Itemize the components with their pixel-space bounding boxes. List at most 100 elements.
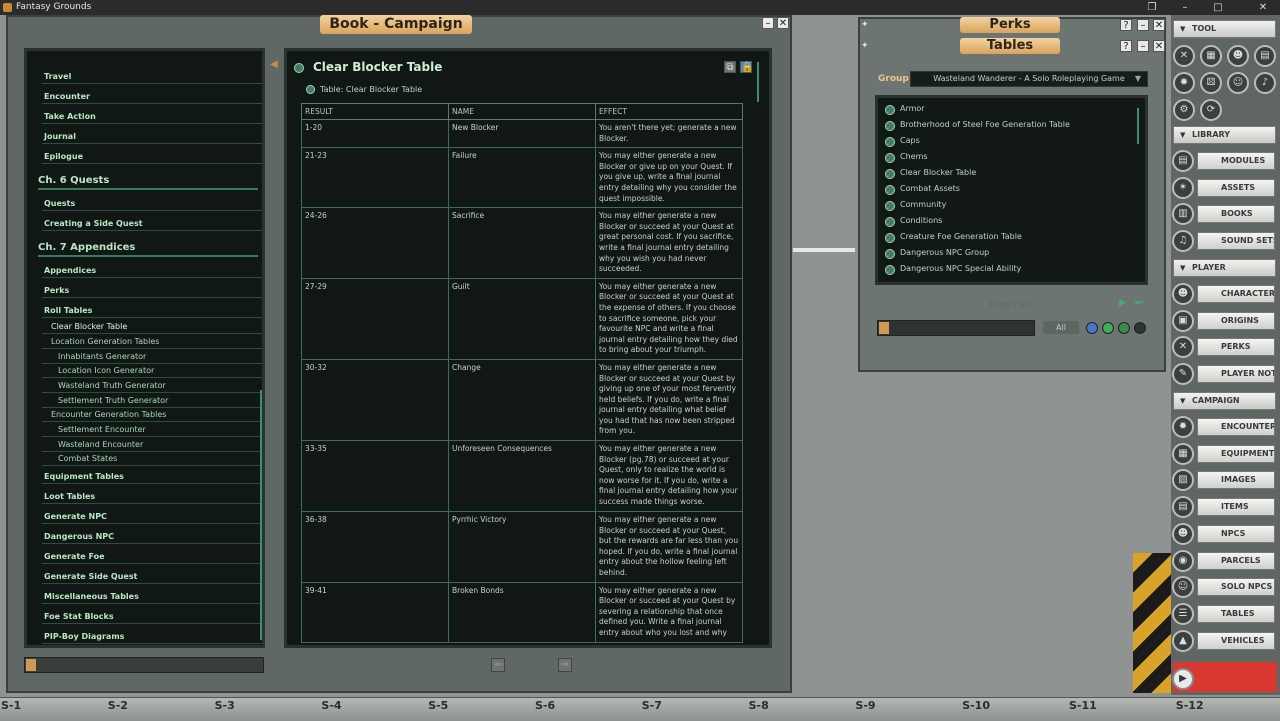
toc-item[interactable]: Dangerous NPC — [44, 532, 114, 541]
table-record-icon[interactable] — [885, 153, 895, 163]
table-link[interactable]: Table: Clear Blocker Table — [320, 85, 422, 94]
perks-help-button[interactable]: ? — [1120, 19, 1132, 31]
sidebar-item-characters[interactable]: CHARACTERS — [1197, 285, 1275, 303]
perks-minimize-button[interactable]: – — [1137, 19, 1149, 31]
toc-item[interactable]: Quests — [44, 199, 75, 208]
edit-pencil-icon[interactable] — [1134, 322, 1146, 334]
sidebar-item-assets[interactable]: ASSETS — [1197, 178, 1275, 197]
table-record-icon[interactable] — [885, 233, 895, 243]
toc-item[interactable]: Equipment Tables — [44, 472, 124, 481]
sidebar-item-origins[interactable]: ORIGINS — [1197, 311, 1275, 330]
map-tool-icon[interactable]: ▦ — [1200, 45, 1222, 67]
sidebar-item-solo-npcs[interactable]: SOLO NPCS — [1197, 578, 1275, 597]
toc-item[interactable]: Loot Tables — [44, 492, 95, 501]
parcels-icon[interactable]: ◉ — [1172, 549, 1194, 572]
settings-icon[interactable]: ⚙ — [1173, 99, 1195, 121]
toc-item[interactable]: Foe Stat Blocks — [44, 612, 114, 621]
vehicles-icon[interactable]: ▲ — [1172, 629, 1194, 652]
hotkey-slot[interactable]: S-2 — [108, 699, 128, 712]
play-icon[interactable]: ▶ — [1172, 668, 1194, 690]
list-item[interactable]: Combat Assets — [900, 184, 960, 193]
tables-filter-input[interactable] — [877, 320, 1035, 336]
sidebar-item-items[interactable]: ITEMS — [1197, 498, 1275, 517]
tables-icon[interactable]: ☰ — [1172, 602, 1194, 625]
table-record-icon[interactable] — [885, 201, 895, 211]
close-tool-icon[interactable]: ✕ — [1173, 45, 1195, 67]
hotkey-slot[interactable]: S-3 — [215, 699, 235, 712]
hotkey-slot[interactable]: S-4 — [321, 699, 341, 712]
sidebar-header-tool[interactable]: ▼ TOOL — [1173, 20, 1276, 38]
group-icon[interactable]: ☺ — [1227, 72, 1249, 94]
next-page-icon[interactable]: ▶ — [1119, 298, 1126, 308]
minimize-window-button[interactable]: – — [1170, 0, 1200, 15]
last-page-icon[interactable]: ⏭ — [1135, 298, 1143, 308]
table-record-icon[interactable] — [885, 105, 895, 115]
list-item[interactable]: Creature Foe Generation Table — [900, 232, 1022, 241]
hotkey-slot[interactable]: S-9 — [855, 699, 875, 712]
origins-icon[interactable]: ▣ — [1172, 309, 1194, 332]
toc-item[interactable]: Encounter Generation Tables — [51, 410, 166, 419]
npcs-icon[interactable]: ☻ — [1172, 522, 1194, 545]
tables-list-scrollbar[interactable] — [1137, 108, 1139, 144]
list-item[interactable]: Clear Blocker Table — [900, 168, 976, 177]
hotkey-slot[interactable]: S-12 — [1176, 699, 1204, 712]
sidebar-item-books[interactable]: BOOKS — [1197, 205, 1275, 224]
toc-scrollbar[interactable] — [260, 390, 262, 640]
toc-item[interactable]: Wasteland Truth Generator — [58, 381, 166, 390]
toc-item[interactable]: Encounter — [44, 92, 90, 101]
next-page-button[interactable]: ⇨ — [558, 658, 572, 672]
toc-item[interactable]: Wasteland Encounter — [58, 440, 143, 449]
tables-window-grip-icon[interactable]: ✦ — [861, 41, 869, 51]
sidebar-header-library[interactable]: ▼ LIBRARY — [1173, 126, 1276, 144]
book-window-title[interactable]: Book - Campaign — [320, 15, 472, 34]
tables-close-button[interactable]: ✕ — [1153, 40, 1165, 52]
sidebar-item-parcels[interactable]: PARCELS — [1197, 551, 1275, 570]
sidebar-header-player[interactable]: ▼ PLAYER — [1173, 259, 1276, 277]
list-item[interactable]: Brotherhood of Steel Foe Generation Tabl… — [900, 120, 1070, 129]
characters-icon[interactable]: ☻ — [1172, 283, 1194, 305]
toc-item[interactable]: PIP-Boy Diagrams — [44, 632, 124, 641]
table-record-icon[interactable] — [885, 217, 895, 227]
perks-window-grip-icon[interactable]: ✦ — [861, 20, 869, 30]
toc-item[interactable]: Generate Side Quest — [44, 572, 137, 581]
table-record-icon[interactable] — [885, 169, 895, 179]
sidebar-item-encounters[interactable]: ENCOUNTERS — [1197, 418, 1275, 436]
toc-item[interactable]: Location Icon Generator — [58, 366, 154, 375]
hotkey-slot[interactable]: S-10 — [962, 699, 990, 712]
lock-icon[interactable]: 🔒 — [740, 61, 753, 73]
music-icon[interactable]: ♪ — [1254, 72, 1276, 94]
sidebar-item-npcs[interactable]: NPCS — [1197, 524, 1275, 543]
toc-item[interactable]: Epilogue — [44, 152, 83, 161]
table-record-icon[interactable] — [885, 121, 895, 131]
items-icon[interactable]: ▤ — [1172, 496, 1194, 519]
perks-window-title[interactable]: Perks — [960, 17, 1060, 33]
modules-icon[interactable]: ▤ — [1172, 150, 1194, 172]
sidebar-item-images[interactable]: IMAGES — [1197, 471, 1275, 490]
list-item[interactable]: Dangerous NPC Special Ability — [900, 264, 1021, 273]
list-item[interactable]: Dangerous NPC Group — [900, 248, 989, 257]
content-scrollbar[interactable] — [757, 62, 759, 102]
tables-help-button[interactable]: ? — [1120, 40, 1132, 52]
equipment-pac-icon[interactable]: ▦ — [1172, 442, 1194, 465]
player-notes-icon[interactable]: ✎ — [1172, 363, 1194, 386]
toc-item[interactable]: Generate Foe — [44, 552, 105, 561]
toc-item[interactable]: Appendices — [44, 266, 96, 275]
list-item[interactable]: Community — [900, 200, 946, 209]
previous-page-button[interactable]: ⇦ — [491, 658, 505, 672]
drag-grip-icon[interactable] — [879, 322, 889, 334]
list-view-icon[interactable] — [1086, 322, 1098, 334]
sidebar-item-tables[interactable]: TABLES — [1197, 604, 1275, 623]
toc-item[interactable]: Creating a Side Quest — [44, 219, 143, 228]
gear-tool-icon[interactable]: ✹ — [1173, 72, 1195, 94]
add-group-icon[interactable] — [1118, 322, 1130, 334]
toc-item[interactable]: Settlement Encounter — [58, 425, 146, 434]
sidebar-item-vehicles[interactable]: VEHICLES — [1197, 631, 1275, 650]
book-minimize-button[interactable]: – — [762, 17, 774, 29]
book-close-button[interactable]: ✕ — [777, 17, 789, 29]
modules-icon[interactable]: ⟳ — [1200, 99, 1222, 121]
toc-item[interactable]: Inhabitants Generator — [58, 352, 146, 361]
hotkey-slot[interactable]: S-1 — [1, 699, 21, 712]
toc-item[interactable]: Travel — [44, 72, 71, 81]
add-icon[interactable] — [1102, 322, 1114, 334]
restore-window-button[interactable]: ❐ — [1137, 0, 1167, 15]
